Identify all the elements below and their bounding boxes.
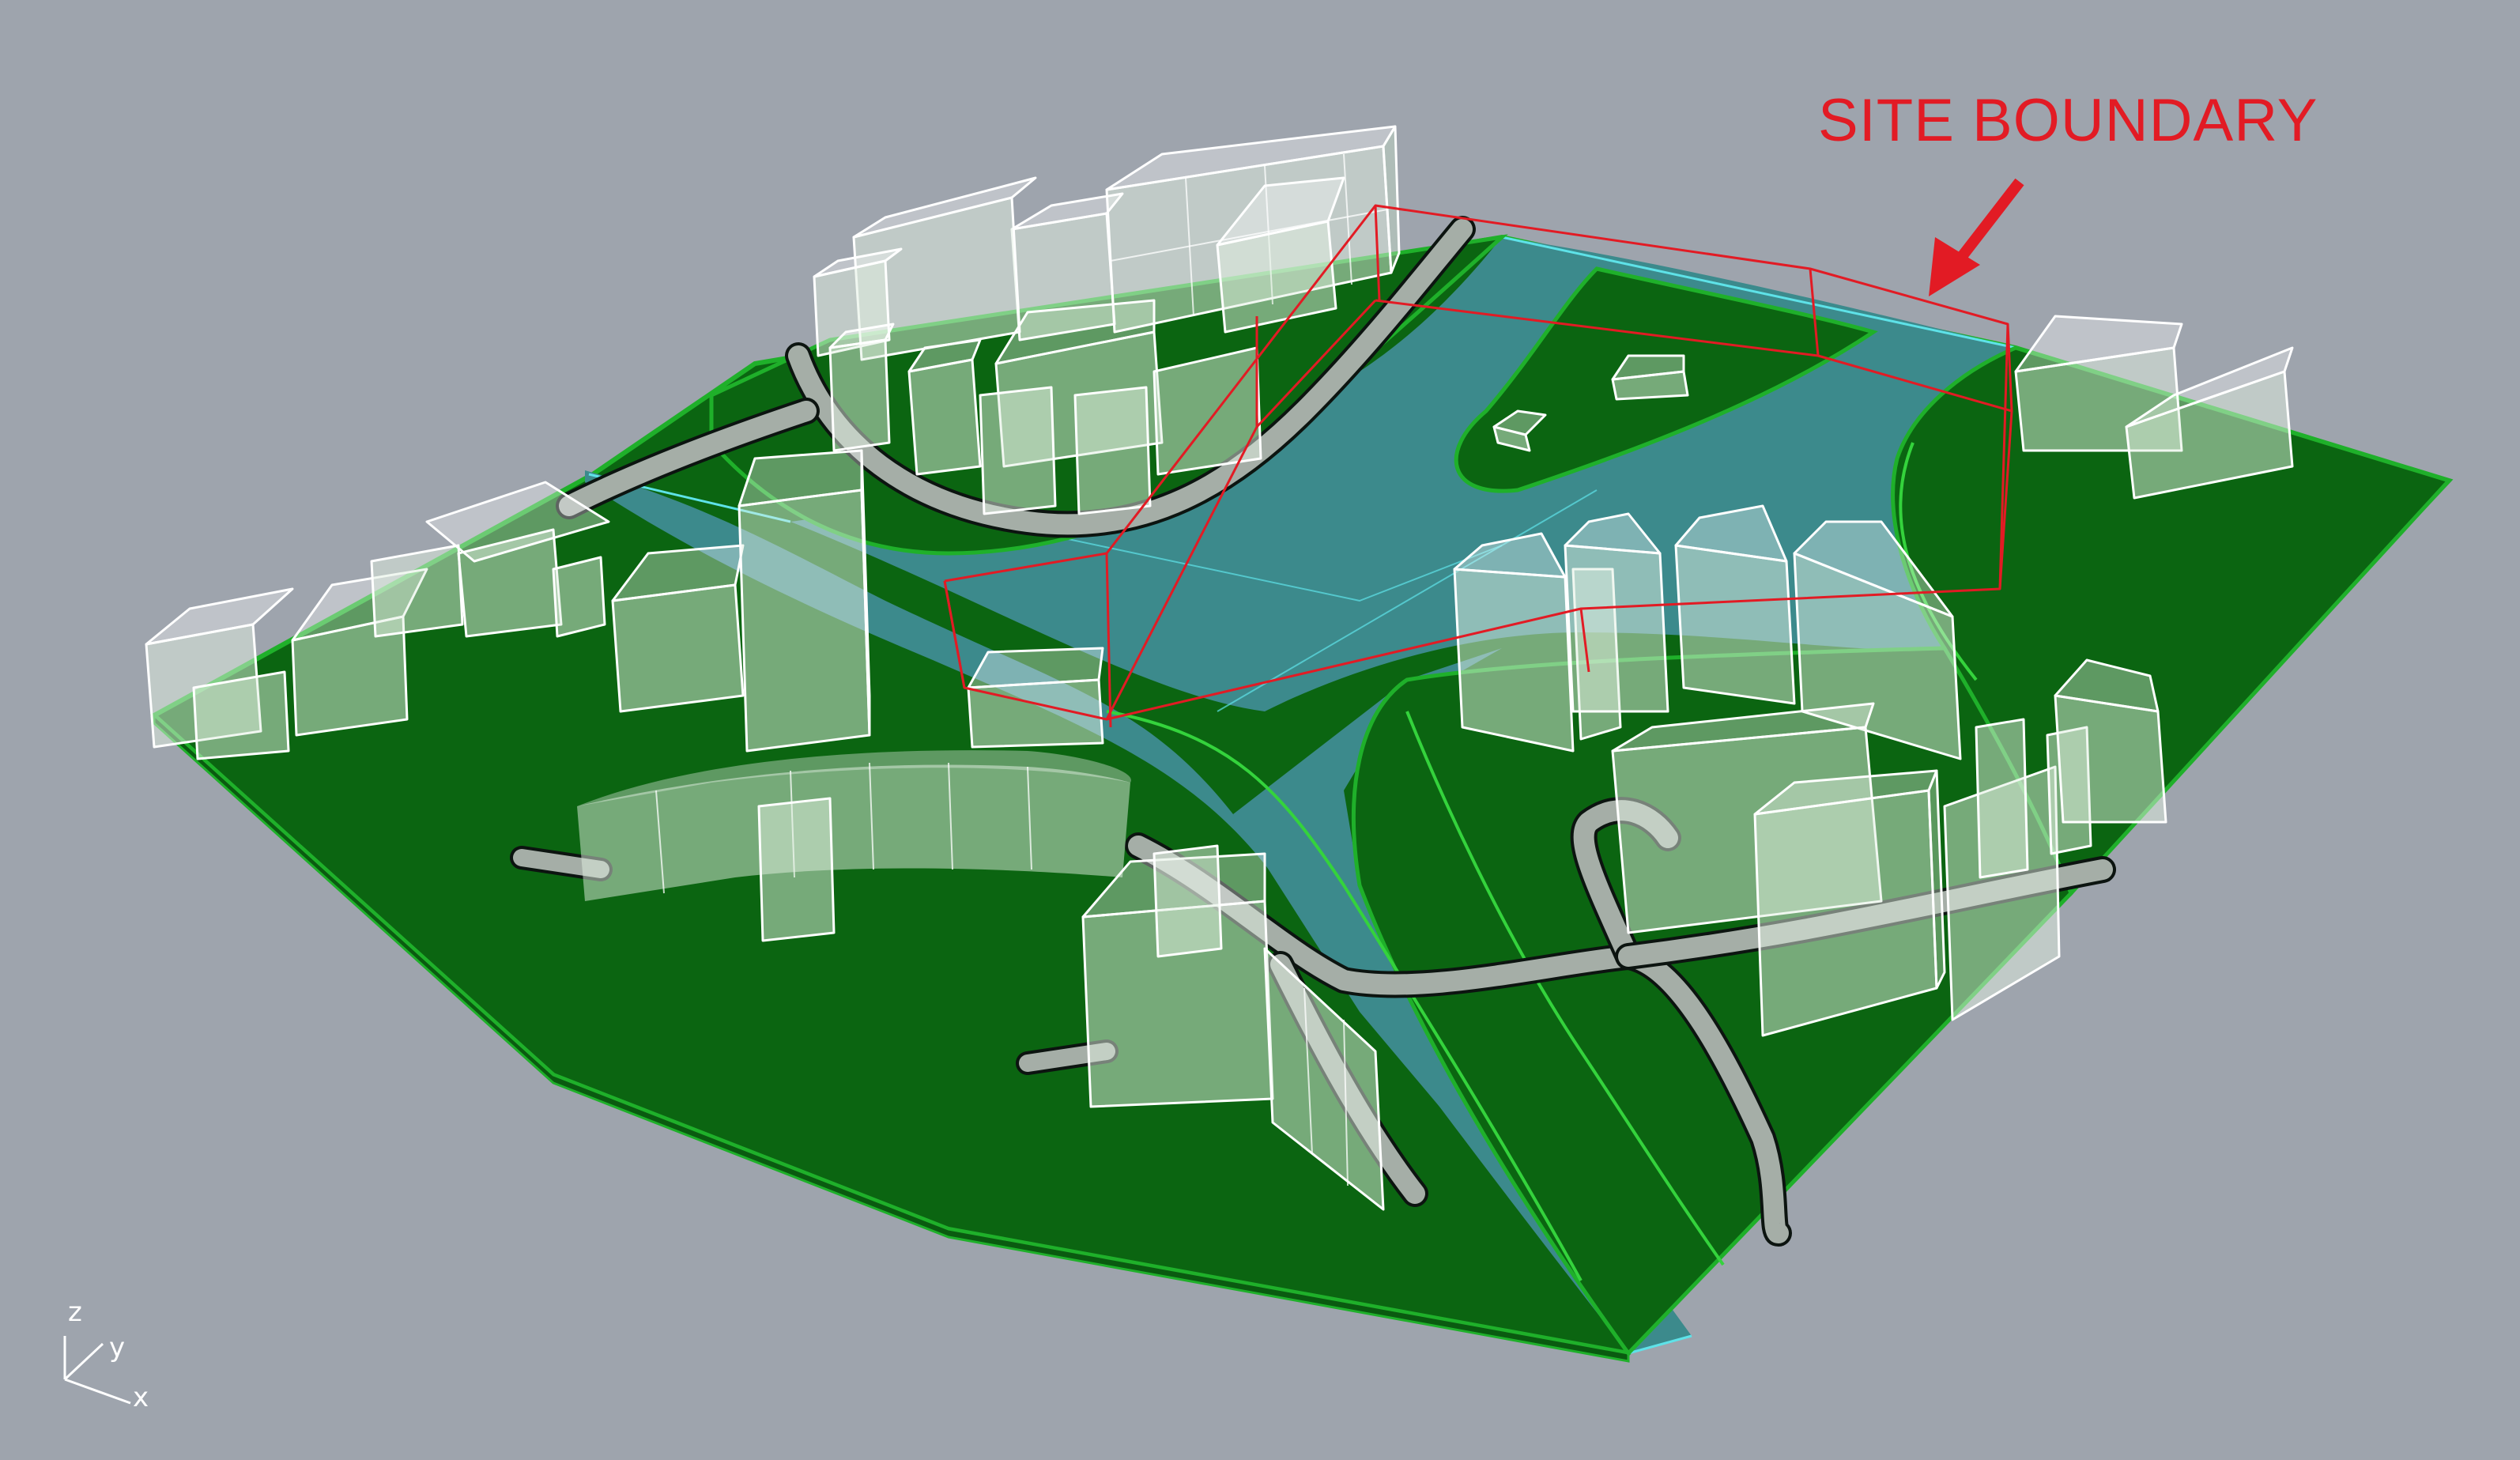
rhino-viewport[interactable]: SITE BOUNDARY z y x [0,0,2520,1460]
annotation-arrow [1929,178,2024,296]
axis-z-label: z [68,1296,82,1328]
axis-x-label: x [133,1382,149,1413]
site-model-scene[interactable] [0,0,2520,1460]
axis-y-label: y [109,1332,126,1364]
site-boundary-label: SITE BOUNDARY [1818,87,2318,154]
